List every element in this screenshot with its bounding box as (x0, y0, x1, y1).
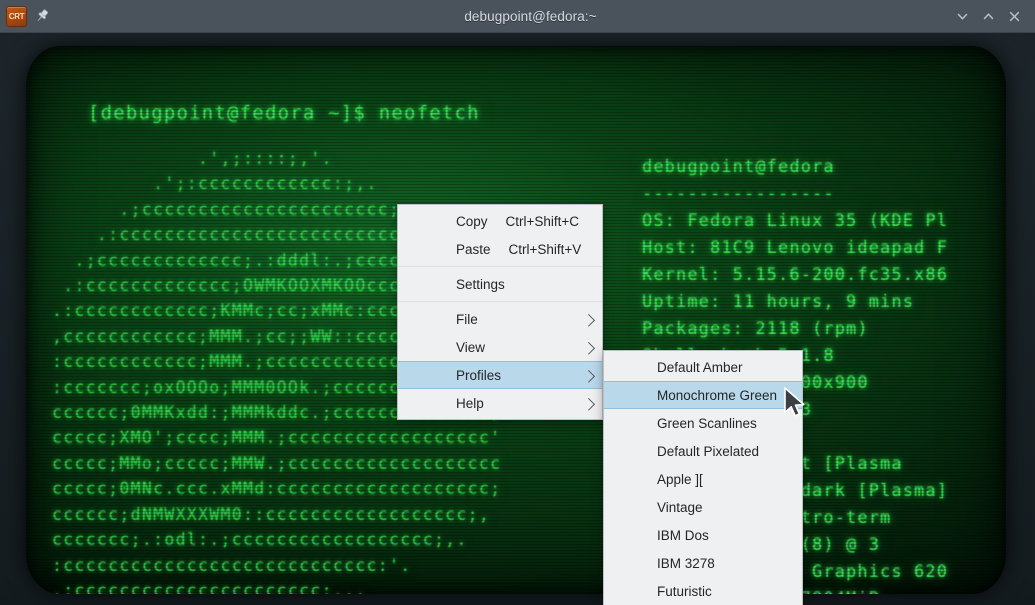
chevron-right-icon (582, 342, 595, 355)
window-controls (951, 5, 1035, 28)
menu-item-profiles[interactable]: Profiles (398, 361, 602, 389)
menu-separator (398, 266, 602, 267)
profile-item-label: Green Scanlines (604, 416, 757, 431)
menu-item-label: Profiles (398, 368, 501, 383)
menu-item-view[interactable]: View (398, 333, 602, 361)
menu-item-label: View (398, 340, 485, 355)
menu-item-help[interactable]: Help (398, 389, 602, 417)
maximize-button[interactable] (977, 5, 1000, 28)
menu-item-copy[interactable]: Copy Ctrl+Shift+C (398, 207, 602, 235)
profiles-submenu[interactable]: Default Amber Monochrome Green Green Scanl… (603, 350, 803, 605)
menu-item-label: Paste (398, 242, 491, 257)
profile-item-vintage[interactable]: Vintage (604, 493, 802, 521)
menu-item-label: File (398, 312, 478, 327)
profile-item-label: Futuristic (604, 584, 712, 599)
menu-item-paste[interactable]: Paste Ctrl+Shift+V (398, 235, 602, 263)
close-button[interactable] (1003, 5, 1026, 28)
profile-item-monochrome-green[interactable]: Monochrome Green (604, 381, 802, 409)
menu-item-settings[interactable]: Settings (398, 270, 602, 298)
menu-item-shortcut: Ctrl+Shift+V (509, 242, 582, 257)
profile-item-default-amber[interactable]: Default Amber (604, 353, 802, 381)
chevron-right-icon (582, 398, 595, 411)
chevron-right-icon (582, 370, 595, 383)
terminal-prompt-line: [debugpoint@fedora ~]$ neofetch (88, 102, 480, 124)
menu-item-file[interactable]: File (398, 305, 602, 333)
menu-item-label: Settings (398, 277, 505, 292)
profile-item-label: IBM Dos (604, 528, 709, 543)
profile-item-ibm-3278[interactable]: IBM 3278 (604, 549, 802, 577)
menu-item-label: Help (398, 396, 484, 411)
menu-separator (398, 301, 602, 302)
profile-item-default-pixelated[interactable]: Default Pixelated (604, 437, 802, 465)
profile-item-green-scanlines[interactable]: Green Scanlines (604, 409, 802, 437)
minimize-button[interactable] (951, 5, 974, 28)
pin-icon[interactable] (34, 8, 50, 24)
context-menu[interactable]: Copy Ctrl+Shift+C Paste Ctrl+Shift+V Setting… (397, 204, 603, 420)
profile-item-label: Default Amber (604, 360, 743, 375)
menu-item-shortcut: Ctrl+Shift+C (506, 214, 580, 229)
profile-item-label: Apple ][ (604, 472, 703, 487)
profile-item-futuristic[interactable]: Futuristic (604, 577, 802, 605)
profile-item-label: Default Pixelated (604, 444, 759, 459)
chevron-right-icon (582, 314, 595, 327)
profile-item-label: Monochrome Green (604, 388, 777, 403)
crt-terminal-icon: CRT (6, 6, 27, 27)
profile-item-label: IBM 3278 (604, 556, 715, 571)
window-title: debugpoint@fedora:~ (110, 9, 951, 24)
profile-item-label: Vintage (604, 500, 703, 515)
terminal-window: CRT debugpoint@fedora:~ (0, 0, 1035, 605)
window-titlebar: CRT debugpoint@fedora:~ (0, 0, 1035, 33)
profile-item-ibm-dos[interactable]: IBM Dos (604, 521, 802, 549)
menu-item-label: Copy (398, 214, 488, 229)
profile-item-apple-[interactable]: Apple ][ (604, 465, 802, 493)
